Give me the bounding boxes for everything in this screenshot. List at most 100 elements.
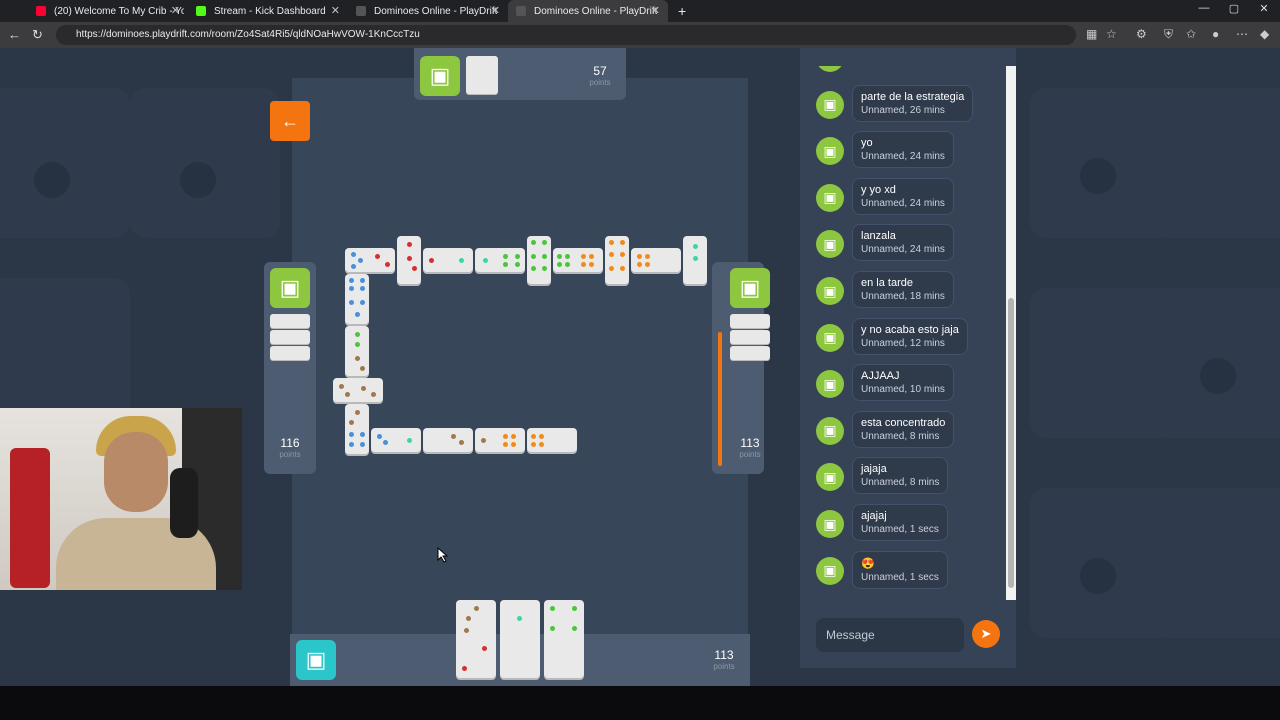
- pip: [361, 386, 366, 391]
- hidden-domino: [730, 314, 770, 328]
- favorites-icon[interactable]: ✩: [1186, 27, 1196, 41]
- pip: [515, 254, 520, 259]
- left-player-panel: ▣ 116 points: [264, 262, 316, 474]
- new-tab-button[interactable]: +: [670, 0, 690, 22]
- pip: [481, 438, 486, 443]
- url-field[interactable]: https://dominoes.playdrift.com/room/Zo4S…: [56, 25, 1076, 45]
- copilot-icon[interactable]: ◆: [1260, 27, 1269, 41]
- star-icon[interactable]: ☆: [1106, 27, 1117, 41]
- chat-message: ▣ en la tarde Unnamed, 18 mins: [812, 269, 1002, 313]
- message-meta: Unnamed, 24 mins: [861, 244, 945, 256]
- close-icon[interactable]: ✕: [331, 4, 340, 17]
- webcam-overlay: [0, 408, 242, 590]
- pip: [531, 254, 536, 259]
- pip: [565, 262, 570, 267]
- pip: [637, 254, 642, 259]
- chat-message: ▣ y no acaba esto jaja Unnamed, 12 mins: [812, 316, 1002, 360]
- hand-domino[interactable]: [456, 600, 496, 678]
- message-meta: Unnamed, 24 mins: [861, 197, 945, 209]
- pip: [351, 264, 356, 269]
- pip: [542, 240, 547, 245]
- tab-youtube[interactable]: (20) Welcome To My Crib - YouTu ✕: [28, 0, 188, 22]
- pip: [542, 254, 547, 259]
- board-domino: [527, 428, 577, 452]
- tab-dominoes-2[interactable]: Dominoes Online - PlayDrift ✕: [508, 0, 668, 22]
- pip: [557, 262, 562, 267]
- background-tile: [0, 88, 130, 238]
- pip: [645, 262, 650, 267]
- profile-icon[interactable]: ●: [1212, 27, 1219, 41]
- pip: [511, 434, 516, 439]
- chat-message: ▣ parte de la estrategia Unnamed, 26 mins: [812, 83, 1002, 127]
- chat-message: ▣ AJJAAJ Unnamed, 10 mins: [812, 362, 1002, 406]
- reload-icon[interactable]: ↻: [32, 27, 43, 43]
- back-icon[interactable]: ←: [8, 27, 21, 42]
- hidden-domino: [270, 314, 310, 328]
- pip: [385, 262, 390, 267]
- message-bubble: y no acaba esto jaja Unnamed, 12 mins: [852, 317, 968, 355]
- top-player-score: 57: [593, 64, 607, 78]
- url-text: https://dominoes.playdrift.com/room/Zo4S…: [76, 29, 420, 40]
- pip: [345, 392, 350, 397]
- board-domino: [683, 236, 707, 284]
- message-bubble: yo Unnamed, 24 mins: [852, 131, 954, 169]
- board-domino: [333, 378, 383, 402]
- maximize-button[interactable]: ▢: [1224, 2, 1244, 15]
- tab-dominoes-1[interactable]: Dominoes Online - PlayDrift ✕: [348, 0, 508, 22]
- chat-message: ▣ esta concentrado Unnamed, 8 mins: [812, 409, 1002, 453]
- background-tile: [0, 278, 130, 428]
- chat-message: ▣ 😍 Unnamed, 1 secs: [812, 549, 1002, 593]
- chat-message: ▣Unnamed, 30 mins: [812, 66, 1002, 80]
- kick-icon: [196, 6, 206, 16]
- pip: [375, 254, 380, 259]
- pip: [349, 442, 354, 447]
- hidden-domino: [466, 56, 498, 94]
- message-meta: Unnamed, 10 mins: [861, 384, 945, 396]
- close-window-button[interactable]: ✕: [1254, 2, 1274, 15]
- close-icon[interactable]: ✕: [651, 4, 660, 17]
- pip: [349, 432, 354, 437]
- minimize-button[interactable]: —: [1194, 2, 1214, 14]
- pip: [531, 266, 536, 271]
- pip: [371, 392, 376, 397]
- board-domino: [371, 428, 421, 452]
- chat-message: ▣ ajajaj Unnamed, 1 secs: [812, 502, 1002, 546]
- robot-avatar-icon: ▣: [816, 137, 844, 166]
- shield-icon[interactable]: ⛨: [1164, 27, 1173, 42]
- pip: [351, 252, 356, 257]
- close-icon[interactable]: ✕: [491, 4, 500, 17]
- message-text: esta concentrado: [861, 416, 946, 429]
- message-bubble: ajajaj Unnamed, 1 secs: [852, 504, 948, 541]
- tab-kick[interactable]: Stream - Kick Dashboard ✕: [188, 0, 348, 22]
- robot-avatar-icon: ▣: [296, 640, 336, 680]
- plus-icon: +: [678, 3, 687, 19]
- pip: [539, 434, 544, 439]
- pip: [581, 254, 586, 259]
- message-bubble: esta concentrado Unnamed, 8 mins: [852, 410, 955, 448]
- hand-domino[interactable]: [544, 600, 584, 678]
- pip: [358, 258, 363, 263]
- pip: [645, 254, 650, 259]
- robot-avatar-icon: ▣: [420, 56, 460, 96]
- board-domino: [527, 236, 551, 284]
- message-meta: Unnamed, 26 mins: [861, 104, 945, 116]
- pip: [511, 442, 516, 447]
- pip: [589, 254, 594, 259]
- message-text: en la tarde: [861, 277, 913, 289]
- chat-messages[interactable]: ▣Unnamed, 30 mins ▣parte de la estrategia…: [800, 66, 1008, 598]
- robot-avatar-icon: ▣: [816, 556, 844, 585]
- close-icon[interactable]: ✕: [171, 4, 180, 17]
- send-button[interactable]: ➤: [972, 620, 1000, 648]
- board-domino: [423, 248, 473, 272]
- message-bubble: en la tarde Unnamed, 18 mins: [852, 271, 954, 308]
- extensions-icon[interactable]: ⚙: [1136, 27, 1147, 41]
- pip: [531, 434, 536, 439]
- page-icon: [516, 6, 526, 16]
- grid-icon[interactable]: ▦: [1086, 27, 1097, 41]
- back-button[interactable]: ←: [270, 101, 310, 141]
- chat-scroll-thumb[interactable]: [1008, 298, 1014, 588]
- message-input[interactable]: Message: [816, 618, 964, 652]
- hand-domino[interactable]: [500, 600, 540, 678]
- message-meta: Unnamed, 12 mins: [861, 337, 945, 349]
- more-icon[interactable]: ⋯: [1236, 27, 1248, 41]
